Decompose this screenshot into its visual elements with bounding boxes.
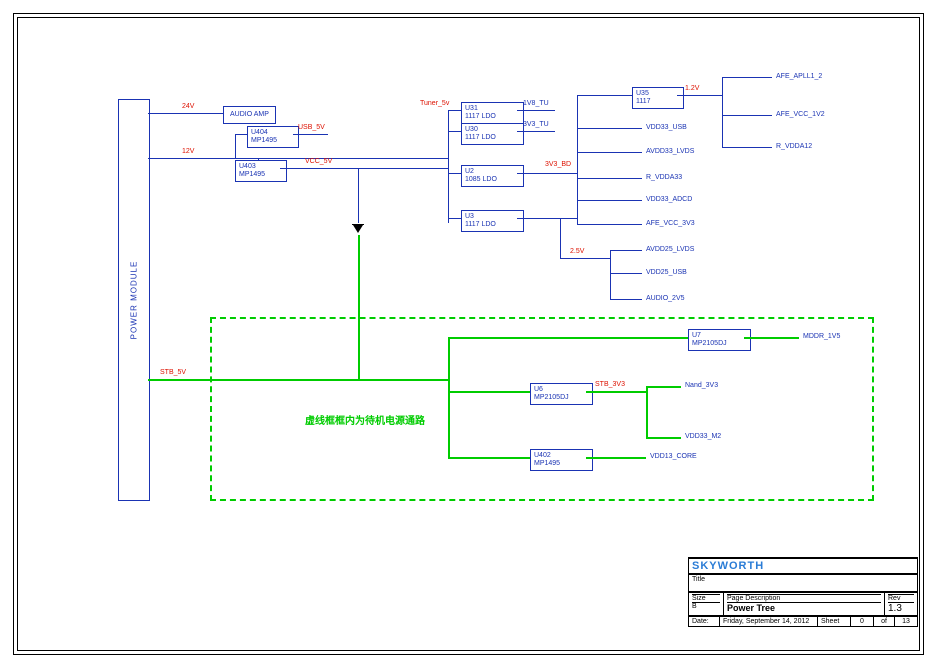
wire — [577, 95, 632, 96]
net-r-vdda12: R_VDDA12 — [776, 143, 812, 150]
wire-green — [586, 391, 646, 393]
wire — [577, 152, 642, 153]
net-vdd33-usb: VDD33_USB — [646, 124, 687, 131]
title-label: Title — [689, 574, 917, 591]
label-stb-3v3: STB_3V3 — [595, 381, 625, 388]
wire-green — [148, 379, 448, 381]
wire — [722, 115, 772, 116]
diode-icon — [353, 225, 363, 233]
wire — [560, 258, 610, 259]
wire-green — [646, 437, 681, 439]
net-afe-vcc-3v3: AFE_VCC_3V3 — [646, 220, 695, 227]
label-usb-5v: USB_5V — [298, 124, 325, 131]
standby-note: 虚线框框内为待机电源通路 — [305, 412, 425, 427]
block-u403: U403 MP1495 — [235, 160, 287, 182]
net-r-vdda33: R_VDDA33 — [646, 174, 682, 181]
wire — [577, 95, 578, 225]
wire — [517, 218, 577, 219]
dashed-standby-region — [210, 317, 874, 501]
label-1v8-tu: 1V8_TU — [523, 100, 549, 107]
wire — [577, 200, 642, 201]
wire — [517, 173, 577, 174]
wire — [448, 173, 462, 174]
block-u7: U7 MP2105DJ — [688, 329, 751, 351]
wire — [560, 218, 561, 258]
label-1v2: 1.2V — [685, 85, 699, 92]
wire — [722, 147, 772, 148]
label-3v3-tu: 3V3_TU — [523, 121, 549, 128]
net-vdd33-adcd: VDD33_ADCD — [646, 196, 692, 203]
wire — [610, 250, 611, 300]
wire — [448, 131, 462, 132]
wire — [448, 110, 462, 111]
wire-green — [448, 337, 450, 457]
wire — [577, 178, 642, 179]
title-block: SKYWORTH Title Size B Page Description P… — [688, 557, 918, 627]
block-u402: U402 MP1495 — [530, 449, 593, 471]
wire — [610, 299, 642, 300]
wire — [258, 158, 259, 161]
net-audio-2v5: AUDIO_2V5 — [646, 295, 685, 302]
label-12v: 12V — [182, 148, 194, 155]
net-avdd25-lvds: AVDD25_LVDS — [646, 246, 694, 253]
block-power-module: POWER MODULE — [118, 99, 150, 501]
wire — [677, 95, 722, 96]
label-stb-5v: STB_5V — [160, 369, 186, 376]
block-u2: U2 1085 LDO — [461, 165, 524, 187]
wire — [577, 224, 642, 225]
wire — [448, 168, 449, 223]
wire — [722, 77, 772, 78]
net-vdd25-usb: VDD25_USB — [646, 269, 687, 276]
block-audio-amp: AUDIO AMP — [223, 106, 276, 124]
wire — [517, 110, 555, 111]
date: Friday, September 14, 2012 — [719, 616, 817, 626]
diagram-page: POWER MODULE 24V AUDIO AMP 12V U404 MP14… — [0, 0, 950, 672]
label-tuner-5v: Tuner_5v — [420, 100, 449, 107]
wire — [610, 250, 642, 251]
block-u3: U3 1117 LDO — [461, 210, 524, 232]
label-3v3-bd: 3V3_BD — [545, 161, 571, 168]
wire — [577, 128, 642, 129]
wire — [148, 113, 223, 114]
wire-green — [744, 337, 799, 339]
wire-green — [646, 386, 648, 438]
block-u30: U30 1117 LDO — [461, 123, 524, 145]
wire-green — [448, 337, 688, 339]
wire-green — [646, 386, 681, 388]
page-description: Power Tree — [727, 602, 881, 613]
wire — [722, 77, 723, 147]
net-vdd13-core: VDD13_CORE — [650, 453, 697, 460]
label-vcc-5v: VCC_5V — [305, 158, 332, 165]
wire — [235, 134, 236, 158]
block-u35: U35 1117 — [632, 87, 684, 109]
wire — [235, 134, 247, 135]
block-u404: U404 MP1495 — [247, 126, 299, 148]
wire-green — [448, 457, 530, 459]
net-afe-apll: AFE_APLL1_2 — [776, 73, 822, 80]
net-vdd33-m2: VDD33_M2 — [685, 433, 721, 440]
wire — [280, 168, 448, 169]
logo: SKYWORTH — [689, 558, 917, 573]
wire — [448, 110, 449, 168]
net-nand-3v3: Nand_3V3 — [685, 382, 718, 389]
wire — [358, 168, 359, 223]
net-mddr-1v5: MDDR_1V5 — [803, 333, 840, 340]
wire — [293, 134, 328, 135]
wire — [148, 158, 448, 159]
block-u31: U31 1117 LDO — [461, 102, 524, 124]
block-u6: U6 MP2105DJ — [530, 383, 593, 405]
net-avdd33-lvds: AVDD33_LVDS — [646, 148, 694, 155]
wire — [610, 273, 642, 274]
wire — [517, 131, 555, 132]
label-2v5: 2.5V — [570, 248, 584, 255]
net-afe-vcc-1v2: AFE_VCC_1V2 — [776, 111, 825, 118]
wire-green — [448, 391, 530, 393]
wire — [448, 218, 462, 219]
wire-green — [586, 457, 646, 459]
label-24v: 24V — [182, 103, 194, 110]
diode-bar — [352, 224, 364, 225]
power-module-label: POWER MODULE — [130, 261, 139, 340]
rev: 1.3 — [888, 602, 914, 614]
